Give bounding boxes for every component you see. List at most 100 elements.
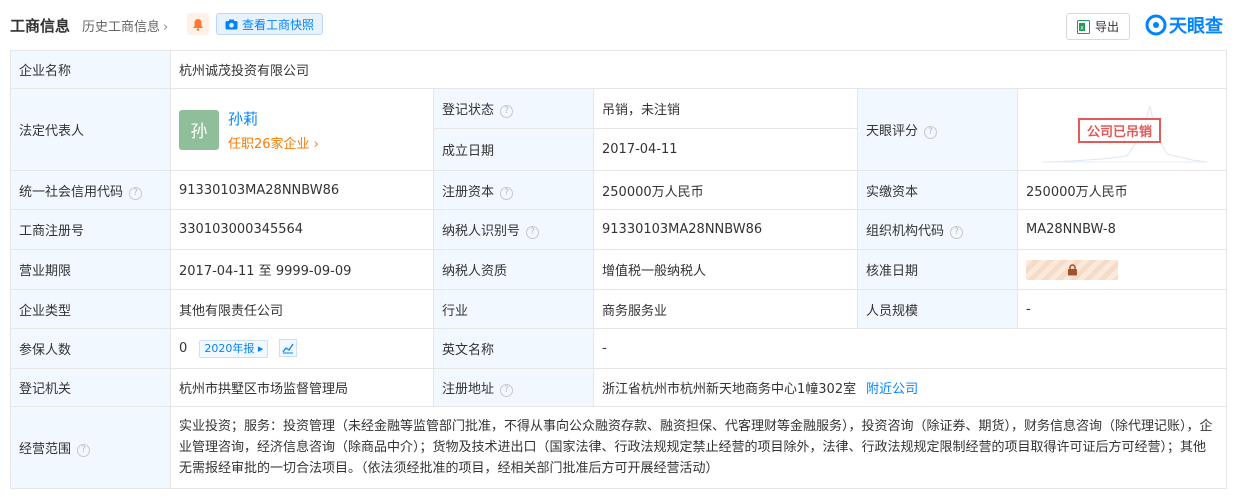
view-snapshot-label: 查看工商快照	[242, 17, 315, 32]
score-chart: 公司已吊销	[1032, 94, 1212, 166]
trend-chart-icon[interactable]	[278, 339, 297, 357]
english-name-label: 英文名称	[433, 328, 594, 369]
reg-status-label: 登记状态?	[433, 88, 594, 129]
approval-date-label: 核准日期	[857, 249, 1018, 290]
reg-authority-value: 杭州市拱墅区市场监督管理局	[170, 368, 434, 407]
chevron-right-icon: ›	[309, 136, 319, 152]
table-row: 登记机关 杭州市拱墅区市场监督管理局 注册地址? 浙江省杭州市杭州新天地商务中心…	[10, 368, 1228, 407]
monitor-button[interactable]	[187, 13, 209, 35]
legal-rep-name-link[interactable]: 孙莉	[228, 108, 319, 129]
help-icon[interactable]: ?	[500, 384, 514, 397]
chevron-right-icon: ›	[163, 20, 169, 35]
legal-rep-label: 法定代表人	[10, 88, 171, 171]
export-label: 导出	[1094, 20, 1119, 34]
trend-line-icon	[282, 343, 294, 354]
credit-code-label-text: 统一社会信用代码	[19, 184, 124, 200]
table-row: 统一社会信用代码? 91330103MA28NNBW86 注册资本? 25000…	[10, 170, 1228, 210]
insured-label: 参保人数	[10, 328, 171, 369]
view-snapshot-button[interactable]: 查看工商快照	[216, 13, 324, 35]
table-row: 营业期限 2017-04-11 至 9999-09-09 纳税人资质 增值税一般…	[10, 249, 1228, 290]
tianyan-score-label-text: 天眼评分	[866, 124, 919, 139]
help-icon[interactable]: ?	[77, 444, 91, 457]
table-row: 企业名称 杭州诚茂投资有限公司	[10, 50, 1228, 89]
export-button[interactable]: x 导出	[1066, 13, 1130, 40]
help-icon[interactable]: ?	[500, 105, 514, 118]
taxpayer-qual-value: 增值税一般纳税人	[593, 249, 858, 290]
insured-cell: 0 2020年报 ▸	[170, 328, 434, 369]
tianyan-score-label: 天眼评分?	[857, 88, 1018, 171]
lock-icon	[1067, 263, 1077, 275]
scope-label-text: 经营范围	[19, 442, 72, 457]
bell-icon	[193, 18, 203, 31]
annual-report-label: 2020年报	[204, 342, 255, 355]
help-icon[interactable]: ?	[526, 226, 540, 239]
nearby-companies-link[interactable]: 附近公司	[866, 382, 918, 397]
svg-text:x: x	[1080, 24, 1084, 31]
table-row: 参保人数 0 2020年报 ▸ 英文名称 -	[10, 328, 1228, 369]
taxpayer-id-label: 纳税人识别号?	[433, 209, 594, 250]
reg-capital-value: 250000万人民币	[593, 170, 858, 210]
logo-icon	[1145, 14, 1167, 36]
locked-value-bar[interactable]	[1026, 259, 1118, 280]
history-info-label: 历史工商信息	[82, 20, 161, 35]
logo-text: 天眼查	[1169, 16, 1223, 37]
reg-capital-label: 注册资本?	[433, 170, 594, 210]
reg-address-value: 浙江省杭州市杭州新天地商务中心1幢302室	[602, 382, 857, 397]
reg-status-label-text: 登记状态	[442, 103, 495, 118]
legal-rep-jobs-text: 任职26家企业	[228, 136, 310, 152]
history-info-link[interactable]: 历史工商信息 ›	[82, 16, 168, 35]
excel-icon: x	[1076, 19, 1090, 34]
header-bar: 工商信息 历史工商信息 › 查看工商快照 x 导出 天眼查	[0, 0, 1234, 50]
staff-size-value: -	[1016, 289, 1228, 329]
company-type-value: 其他有限责任公司	[170, 289, 434, 329]
company-name-value: 杭州诚茂投资有限公司	[169, 50, 1228, 89]
approval-date-cell	[1016, 249, 1228, 290]
tianyan-score-cell: 公司已吊销	[1016, 88, 1228, 171]
camera-icon	[225, 19, 238, 29]
reg-number-value: 330103000345564	[170, 209, 434, 250]
reg-authority-label: 登记机关	[10, 368, 171, 407]
business-term-value: 2017-04-11 至 9999-09-09	[170, 249, 434, 290]
company-type-label: 企业类型	[10, 289, 171, 329]
legal-rep-cell: 孙 孙莉 任职26家企业 ›	[170, 88, 434, 171]
paid-capital-value: 250000万人民币	[1016, 170, 1228, 210]
business-term-label: 营业期限	[10, 249, 171, 290]
industry-label: 行业	[433, 289, 594, 329]
staff-size-label: 人员规模	[857, 289, 1018, 329]
found-date-value: 2017-04-11	[593, 128, 858, 171]
help-icon[interactable]: ?	[500, 186, 514, 200]
revoked-stamp: 公司已吊销	[1078, 117, 1162, 143]
reg-number-label: 工商注册号	[10, 209, 171, 250]
page-title: 工商信息	[10, 17, 71, 35]
taxpayer-id-label-text: 纳税人识别号	[442, 224, 521, 239]
reg-capital-label-text: 注册资本	[442, 184, 495, 200]
annual-report-tag[interactable]: 2020年报 ▸	[199, 340, 269, 358]
paid-capital-label: 实缴资本	[857, 170, 1018, 210]
caret-right-icon: ▸	[254, 342, 264, 355]
credit-code-label: 统一社会信用代码?	[10, 170, 171, 210]
help-icon[interactable]: ?	[950, 226, 964, 239]
insured-value: 0	[179, 341, 188, 356]
company-name-label: 企业名称	[10, 50, 171, 89]
industry-value: 商务服务业	[593, 289, 858, 329]
scope-label: 经营范围?	[10, 406, 171, 489]
legal-rep-jobs-link[interactable]: 任职26家企业 ›	[228, 133, 319, 152]
scope-value: 实业投资；服务：投资管理（未经金融等监管部门批准，不得从事向公众融资存款、融资担…	[169, 406, 1228, 489]
taxpayer-id-value: 91330103MA28NNBW86	[593, 209, 858, 250]
reg-address-label-text: 注册地址	[442, 382, 495, 397]
help-icon[interactable]: ?	[129, 186, 143, 200]
found-date-label: 成立日期	[433, 128, 594, 171]
english-name-value: -	[592, 328, 1228, 369]
table-row: 经营范围? 实业投资；服务：投资管理（未经金融等监管部门批准，不得从事向公众融资…	[10, 406, 1228, 489]
org-code-value: MA28NNBW-8	[1016, 209, 1228, 250]
tianyancha-logo: 天眼查	[1145, 12, 1223, 38]
table-row: 法定代表人 孙 孙莉 任职26家企业 › 登记状态? 吊销，未注销 天眼评分? …	[10, 88, 1228, 171]
org-code-label: 组织机构代码?	[857, 209, 1018, 250]
credit-code-value: 91330103MA28NNBW86	[170, 170, 434, 210]
taxpayer-qual-label: 纳税人资质	[433, 249, 594, 290]
avatar: 孙	[179, 109, 219, 150]
help-icon[interactable]: ?	[924, 126, 938, 139]
reg-address-cell: 浙江省杭州市杭州新天地商务中心1幢302室 附近公司	[592, 368, 1228, 407]
reg-status-value: 吊销，未注销	[593, 88, 858, 129]
legal-rep-card: 孙 孙莉 任职26家企业 ›	[179, 108, 425, 152]
